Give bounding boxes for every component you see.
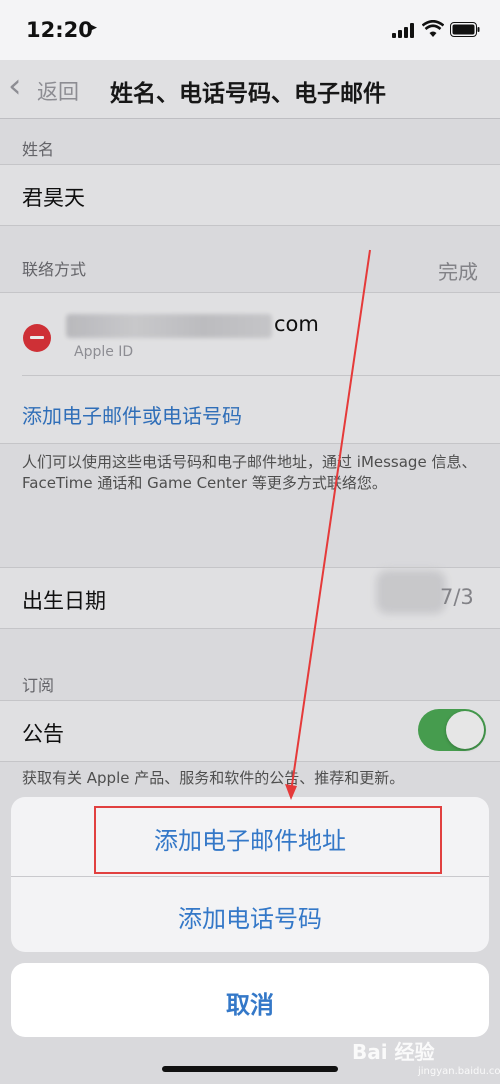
settings-screen: 12:20 ➤ ‹ 返回 姓名、电话号码、电子邮件 姓名 君昊天 联络方式 完成… (0, 0, 500, 1084)
annotation-arrow-icon (285, 249, 371, 800)
watermark-logo: Bai 经验 (352, 1040, 435, 1064)
home-indicator[interactable] (162, 1066, 338, 1072)
watermark-url: jingyan.baidu.com (418, 1066, 500, 1077)
